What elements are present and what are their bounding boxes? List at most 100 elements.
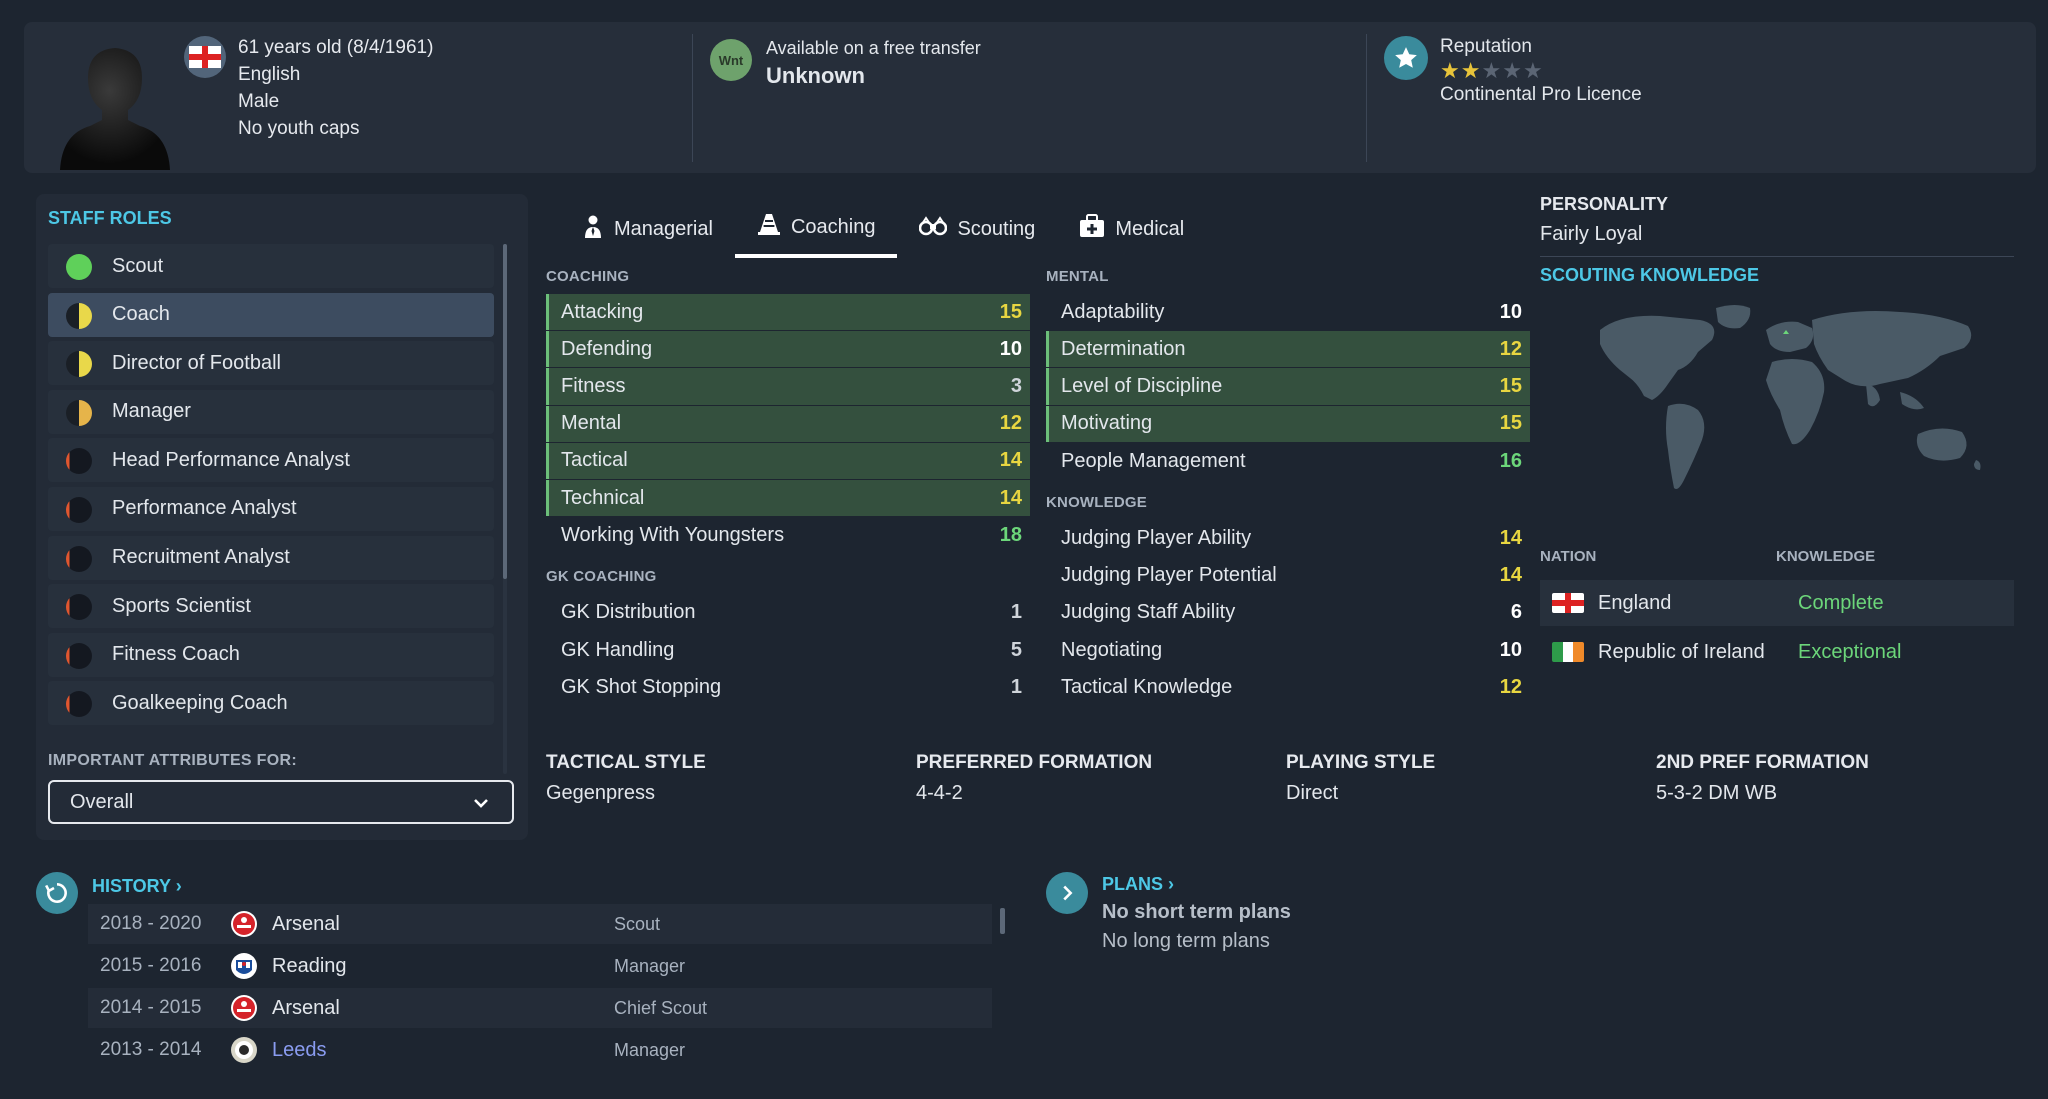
attribute-row[interactable]: Determination 12 [1046,331,1530,368]
history-club[interactable]: Arsenal [272,913,614,936]
history-scrollbar-thumb[interactable] [1000,908,1005,934]
attribute-value: 18 [999,524,1022,547]
history-years: 2013 - 2014 [100,1039,202,1060]
tab-coaching[interactable]: Coaching [734,200,898,258]
history-icon[interactable] [36,872,78,914]
attribute-value: 15 [1499,374,1522,397]
staff-role-item[interactable]: Performance Analyst [48,486,494,531]
attribute-label: Judging Player Potential [1061,564,1277,587]
staff-role-item[interactable]: Manager [48,389,494,434]
important-attributes-label: IMPORTANT ATTRIBUTES FOR: [48,752,297,769]
attribute-row[interactable]: Working With Youngsters 18 [546,517,1030,554]
roles-scrollbar-thumb[interactable] [503,244,507,579]
knowledge-title: KNOWLEDGE [1046,493,1147,511]
attribute-row[interactable]: Tactical 14 [546,442,1030,479]
licence-text: Continental Pro Licence [1440,84,1642,105]
important-attributes-select[interactable]: Overall [48,780,514,824]
staff-role-label: Manager [112,400,191,423]
chevron-down-icon [472,794,490,818]
role-suitability-icon [66,399,92,426]
nationality-text: English [238,64,301,85]
attribute-value: 15 [1499,412,1522,435]
staff-role-item[interactable]: Sports Scientist [48,584,494,629]
history-club[interactable]: Arsenal [272,997,614,1020]
staff-role-item[interactable]: Goalkeeping Coach [48,681,494,726]
attribute-row[interactable]: GK Distribution 1 [546,594,1030,631]
staff-role-item[interactable]: Head Performance Analyst [48,438,494,483]
attribute-row[interactable]: People Management 16 [1046,443,1530,480]
history-club[interactable]: Reading [272,955,614,978]
role-suitability-icon [66,642,92,669]
profile-header: 61 years old (8/4/1961) English Male No … [24,22,2036,173]
staff-role-label: Fitness Coach [112,643,240,666]
attribute-row[interactable]: Judging Player Potential 14 [1046,557,1530,594]
staff-role-label: Performance Analyst [112,497,297,520]
nation-name: Republic of Ireland [1598,640,1765,663]
attribute-row[interactable]: Defending 10 [546,331,1030,368]
attribute-label: Tactical [561,449,628,472]
attribute-row[interactable]: GK Shot Stopping 1 [546,669,1030,706]
tab-managerial[interactable]: Managerial [560,200,735,258]
attribute-label: GK Distribution [561,601,696,624]
attribute-value: 6 [1510,601,1522,624]
reputation-star-icon [1384,36,1428,80]
staff-role-label: Head Performance Analyst [112,448,350,471]
attribute-row[interactable]: Fitness 3 [546,368,1030,405]
attribute-row[interactable]: Judging Staff Ability 6 [1046,594,1530,631]
age-line: 61 years old (8/4/1961) [238,37,434,58]
personality-panel: PERSONALITY Fairly Loyal SCOUTING KNOWLE… [1540,194,2014,286]
second-formation-label: 2ND PREF FORMATION [1656,752,1869,773]
attribute-label: Attacking [561,300,644,323]
divider [1540,256,2014,257]
nation-knowledge-row[interactable]: Republic of Ireland Exceptional [1540,629,2014,675]
tab-scouting[interactable]: Scouting [897,200,1057,258]
nationality-flag-icon [184,36,226,78]
history-row[interactable]: 2013 - 2014 Leeds Manager [88,1030,992,1070]
history-row[interactable]: 2018 - 2020 Arsenal Scout [88,904,992,944]
staff-role-item[interactable]: Director of Football [48,341,494,386]
attribute-row[interactable]: Mental 12 [546,405,1030,442]
attribute-value: 3 [1010,374,1022,397]
history-link[interactable]: HISTORY › [92,876,182,897]
plans-title: PLANS [1102,874,1164,894]
attribute-row[interactable]: Judging Player Ability 14 [1046,520,1530,557]
attribute-label: Determination [1061,337,1186,360]
star-icon: ★ [1481,58,1502,83]
attribute-label: Technical [561,486,645,509]
role-suitability-icon [66,545,92,572]
binoculars-icon [919,216,948,242]
plans-arrow-icon[interactable] [1046,872,1088,914]
history-row[interactable]: 2015 - 2016 Reading Manager [88,946,992,986]
nation-name: England [1598,591,1672,614]
attribute-label: Mental [561,412,622,435]
plans-link[interactable]: PLANS › [1102,874,1174,895]
history-club[interactable]: Leeds [272,1039,614,1062]
attribute-row[interactable]: Adaptability 10 [1046,294,1530,331]
nation-knowledge-row[interactable]: England Complete [1540,580,2014,626]
select-value: Overall [70,790,134,813]
star-icon: ★ [1502,58,1522,83]
attribute-row[interactable]: Negotiating 10 [1046,632,1530,669]
staff-role-item[interactable]: Fitness Coach [48,632,494,677]
wnt-badge: Wnt [710,39,752,81]
staff-role-item[interactable]: Scout [48,244,494,288]
staff-role-item[interactable]: Coach [48,292,494,337]
attribute-row[interactable]: Technical 14 [546,479,1030,517]
attribute-label: GK Handling [561,638,675,661]
attribute-row[interactable]: Motivating 15 [1046,405,1530,442]
staff-role-item[interactable]: Recruitment Analyst [48,535,494,580]
attribute-row[interactable]: Level of Discipline 15 [1046,368,1530,405]
staff-avatar [50,34,180,170]
knowledge-column-header: KNOWLEDGE [1776,548,1876,565]
attribute-row[interactable]: GK Handling 5 [546,632,1030,669]
role-suitability-icon [66,691,92,718]
staff-roles-list: Scout Coach Director of Football Manager Hea… [48,244,494,734]
attribute-row[interactable]: Tactical Knowledge 12 [1046,669,1530,706]
staff-role-label: Scout [112,254,164,277]
tab-medical[interactable]: Medical [1057,200,1206,258]
attribute-row[interactable]: Attacking 15 [546,294,1030,331]
history-row[interactable]: 2014 - 2015 Arsenal Chief Scout [88,988,992,1028]
attribute-value: 10 [1499,301,1522,324]
attribute-label: Level of Discipline [1061,374,1223,397]
attribute-value: 14 [999,486,1022,509]
